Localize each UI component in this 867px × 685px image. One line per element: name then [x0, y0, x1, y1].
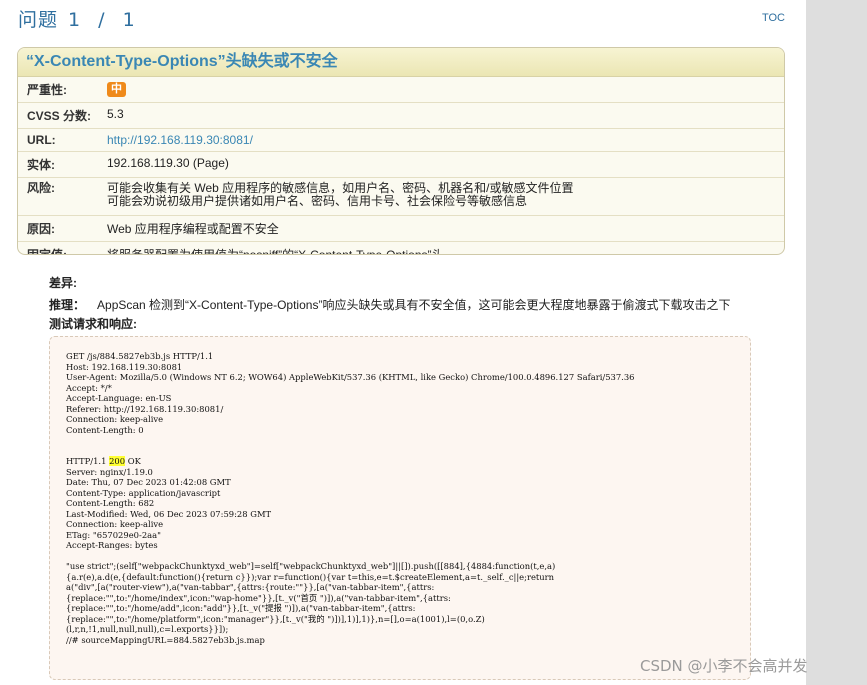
page-title-text: 问题: [18, 9, 59, 31]
risk-line-2: 可能会劝说初级用户提供诸如用户名、密码、信用卡号、社会保险号等敏感信息: [107, 194, 528, 208]
risk-label: 风险:: [18, 177, 107, 216]
cvss-row: CVSS 分数: 5.3: [18, 102, 784, 129]
entity-value: 192.168.119.30 (Page): [107, 151, 784, 178]
status-code-highlight: 200: [109, 456, 126, 466]
url-link[interactable]: http://192.168.119.30:8081/: [107, 133, 253, 147]
response-body-line: (l,r,n,!1,null,null,null),c=l.exports}}]…: [66, 624, 229, 634]
severity-badge: 中: [107, 82, 126, 97]
entity-label: 实体:: [18, 151, 107, 178]
request-response-box: GET /js/884.5827eb3b.js HTTP/1.1 Host: 1…: [49, 336, 751, 680]
cvss-value: 5.3: [107, 102, 784, 129]
request-line: GET /js/884.5827eb3b.js HTTP/1.1: [66, 351, 214, 361]
request-line: Accept: */*: [66, 382, 112, 393]
right-gutter: [806, 0, 867, 685]
response-body-line: {replace:"",to:"/home/add",icon:"add"}},…: [66, 603, 416, 613]
diff-label: 差异:: [49, 276, 77, 290]
cause-label: 原因:: [18, 215, 107, 242]
response-header-line: Content-Length: 682: [66, 498, 155, 508]
watermark: CSDN @小李不会高并发: [640, 657, 808, 675]
response-status-line: HTTP/1.1 200 OK: [66, 456, 141, 466]
fix-value: 将服务器配置为使用值为“nosniff”的“X-Content-Type-Opt…: [107, 248, 444, 255]
fix-row: 固定值: 将服务器配置为使用值为“nosniff”的“X-Content-Typ…: [18, 242, 784, 255]
response-body-line: a("div",[a("router-view"),a("van-tabbar"…: [66, 582, 435, 592]
page-header: 问题 1 / 1 TOC: [18, 6, 788, 34]
reasoning-label: 推理：: [49, 298, 86, 312]
issue-title: “X-Content-Type-Options”头缺失或不安全: [18, 48, 784, 77]
reasoning: 推理： AppScan 检测到“X-Content-Type-Options”响应…: [49, 296, 730, 313]
issue-counter: 1 / 1: [68, 9, 136, 31]
response-body-line: "use strict";(self["webpackChunktyxd_web…: [66, 561, 556, 571]
severity-row: 严重性: 中: [18, 77, 784, 103]
cause-row: 原因: Web 应用程序编程或配置不安全: [18, 215, 784, 242]
response-body-line: //# sourceMappingURL=884.5827eb3b.js.map: [66, 634, 265, 645]
test-label: 测试请求和响应:: [49, 317, 137, 331]
response-body-line: {replace:"",to:"/home/platform",icon:"ma…: [66, 613, 485, 624]
request-line: Content-Length: 0: [66, 424, 144, 435]
risk-row: 风险: 可能会收集有关 Web 应用程序的敏感信息，如用户名、密码、机器名和/或…: [18, 177, 784, 216]
toc-link[interactable]: TOC: [762, 12, 785, 24]
issue-details-table: 严重性: 中 CVSS 分数: 5.3 URL: http://192.168.…: [18, 77, 784, 255]
response-header-line: Last-Modified: Wed, 06 Dec 2023 07:59:28…: [66, 508, 272, 519]
request-block: GET /js/884.5827eb3b.js HTTP/1.1 Host: 1…: [66, 351, 750, 456]
issue-card: “X-Content-Type-Options”头缺失或不安全 严重性: 中 C…: [17, 47, 785, 255]
request-line: User-Agent: Mozilla/5.0 (Windows NT 6.2;…: [66, 372, 635, 382]
response-block: HTTP/1.1 200 OK Server: nginx/1.19.0 Dat…: [66, 456, 750, 645]
response-body-line: {replace:"",to:"/home/index",icon:"wap-h…: [66, 592, 451, 603]
response-header-line: Content-Type: application/javascript: [66, 487, 221, 498]
severity-label: 严重性:: [18, 77, 107, 103]
response-header-line: Date: Thu, 07 Dec 2023 01:42:08 GMT: [66, 477, 231, 487]
cause-value: Web 应用程序编程或配置不安全: [107, 215, 784, 242]
response-body-line: {a.r(e),a.d(e,{default:function(){return…: [66, 571, 555, 582]
response-header-line: Server: nginx/1.19.0: [66, 466, 153, 477]
page-title: 问题 1 / 1: [18, 9, 136, 31]
request-line: Referer: http://192.168.119.30:8081/: [66, 403, 224, 414]
fix-label: 固定值:: [27, 248, 67, 255]
url-row: URL: http://192.168.119.30:8081/: [18, 128, 784, 152]
url-label: URL:: [18, 128, 107, 152]
response-header-line: Connection: keep-alive: [66, 519, 164, 529]
response-header-line: Accept-Ranges: bytes: [66, 540, 158, 550]
reasoning-text: AppScan 检测到“X-Content-Type-Options”响应头缺失…: [97, 298, 731, 312]
cvss-label: CVSS 分数:: [18, 102, 107, 129]
entity-row: 实体: 192.168.119.30 (Page): [18, 151, 784, 178]
response-header-line: ETag: "657029e0-2aa": [66, 529, 161, 540]
request-line: Host: 192.168.119.30:8081: [66, 361, 183, 372]
request-line: Accept-Language: en-US: [66, 393, 172, 403]
request-line: Connection: keep-alive: [66, 414, 164, 424]
